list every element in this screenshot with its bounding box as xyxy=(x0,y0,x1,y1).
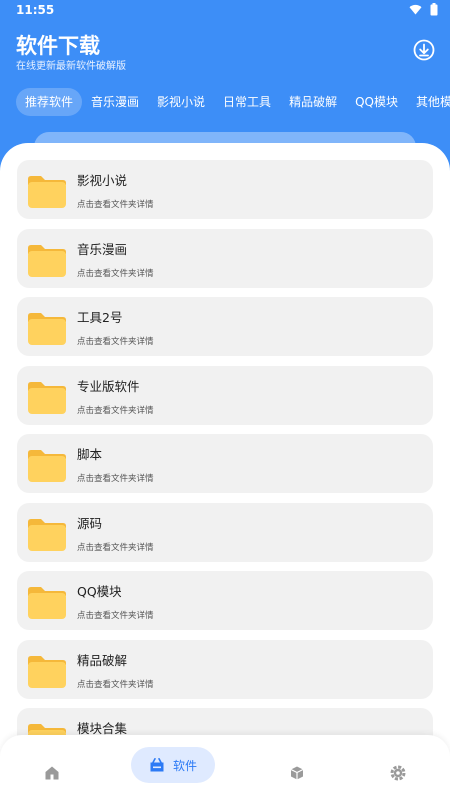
folder-icon-wrap xyxy=(26,238,68,280)
folder-list-panel: 影视小说 点击查看文件夹详情 音乐漫画 点击查看文件夹详情 工具2号 点击查看文件夹详情专… xyxy=(0,143,450,800)
wifi-icon xyxy=(409,4,422,15)
download-icon xyxy=(413,39,435,61)
settings-icon xyxy=(390,765,406,781)
folder-icon xyxy=(28,176,66,208)
folder-subtitle: 点击查看文件夹详情 xyxy=(77,679,154,690)
tab-other[interactable]: 其他模 xyxy=(407,88,450,116)
status-bar: 11:55 xyxy=(0,0,450,20)
folder-icon-wrap xyxy=(26,169,68,211)
category-tabs: 推荐软件 音乐漫画 影视小说 日常工具 精品破解 QQ模块 其他模 xyxy=(16,88,450,116)
folder-title: 源码 xyxy=(77,515,103,531)
folder-card[interactable]: 工具2号点击查看文件夹详情 xyxy=(17,297,433,356)
page-subtitle: 在线更新最新软件破解版 xyxy=(16,61,126,72)
folder-list: 影视小说 点击查看文件夹详情 音乐漫画 点击查看文件夹详情 工具2号 点击查看文件夹详情专… xyxy=(17,160,433,777)
folder-title: 影视小说 xyxy=(77,173,128,188)
nav-software-label: 软件 xyxy=(172,758,197,773)
folder-card[interactable]: 专业版软件点击查看文件夹详情 xyxy=(17,365,433,425)
page-title: 软件下载 xyxy=(16,34,100,58)
folder-title: 工具2号 xyxy=(77,310,123,325)
home-icon xyxy=(45,766,59,780)
folder-title: 精品破解 xyxy=(77,652,128,668)
folder-icon xyxy=(28,450,66,482)
box-icon xyxy=(290,766,304,780)
folder-icon-wrap xyxy=(26,649,68,691)
folder-subtitle: 点击查看文件夹详情 xyxy=(77,200,154,210)
folder-title: 脚本 xyxy=(77,447,103,462)
tab-music-comics[interactable]: 音乐漫画 xyxy=(82,88,148,116)
folder-icon-wrap xyxy=(26,512,68,554)
folder-title: 专业版软件 xyxy=(77,378,140,394)
folder-icon-wrap xyxy=(26,375,68,417)
tab-daily-tools[interactable]: 日常工具 xyxy=(214,88,280,116)
folder-icon xyxy=(28,518,66,551)
bottom-navigation: 软件 xyxy=(0,735,450,800)
nav-home-button[interactable] xyxy=(40,755,64,791)
software-icon xyxy=(150,758,164,772)
status-time: 11:55 xyxy=(16,3,55,17)
folder-title: QQ模块 xyxy=(77,584,122,599)
folder-title: 音乐漫画 xyxy=(77,241,128,257)
nav-box-button[interactable] xyxy=(285,755,309,791)
nav-software-button[interactable]: 软件 xyxy=(131,747,215,783)
folder-subtitle: 点击查看文件夹详情 xyxy=(77,611,154,621)
folder-icon-wrap xyxy=(26,580,68,622)
folder-icon-wrap xyxy=(26,306,68,348)
download-button[interactable] xyxy=(412,38,436,62)
folder-icon xyxy=(28,587,66,619)
tab-premium-cracked[interactable]: 精品破解 xyxy=(280,88,346,116)
folder-subtitle: 点击查看文件夹详情 xyxy=(77,268,154,279)
folder-icon-wrap xyxy=(26,443,68,485)
folder-card[interactable]: 精品破解点击查看文件夹详情 xyxy=(17,639,433,699)
folder-subtitle: 点击查看文件夹详情 xyxy=(77,337,154,347)
folder-card[interactable]: QQ模块点击查看文件夹详情 xyxy=(17,571,433,630)
folder-card[interactable]: 音乐漫画点击查看文件夹详情 xyxy=(17,228,433,288)
nav-settings-button[interactable] xyxy=(386,755,410,791)
folder-icon xyxy=(28,381,66,414)
folder-card[interactable]: 脚本点击查看文件夹详情 xyxy=(17,434,433,493)
battery-icon xyxy=(430,3,438,16)
folder-subtitle: 点击查看文件夹详情 xyxy=(77,542,154,553)
tab-video-novels[interactable]: 影视小说 xyxy=(148,88,214,116)
tab-recommended[interactable]: 推荐软件 xyxy=(16,88,83,116)
folder-subtitle: 点击查看文件夹详情 xyxy=(77,405,154,416)
folder-card[interactable]: 源码点击查看文件夹详情 xyxy=(17,502,433,562)
tab-qq-modules[interactable]: QQ模块 xyxy=(346,88,407,116)
folder-icon xyxy=(28,313,66,345)
folder-icon xyxy=(28,655,66,688)
folder-subtitle: 点击查看文件夹详情 xyxy=(77,474,154,484)
folder-card[interactable]: 影视小说点击查看文件夹详情 xyxy=(17,160,433,219)
status-icons xyxy=(409,3,438,16)
folder-icon xyxy=(28,244,66,277)
